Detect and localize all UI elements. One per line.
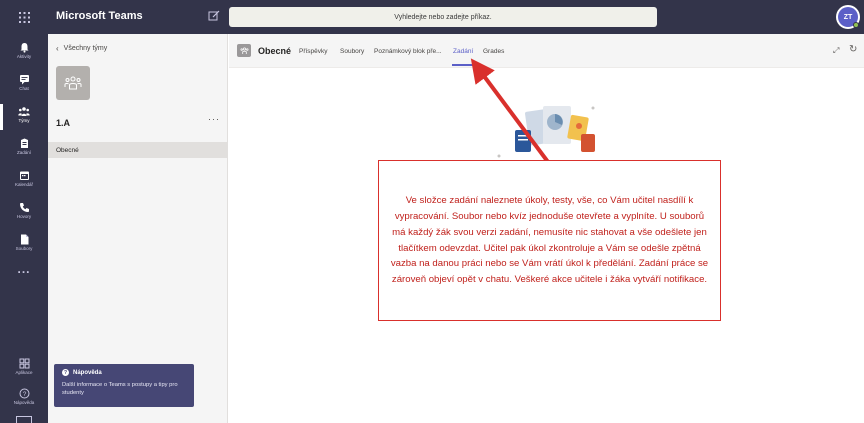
files-icon bbox=[20, 234, 28, 245]
profile-avatar[interactable]: ZT bbox=[836, 5, 860, 29]
search-placeholder: Vyhledejte nebo zadejte příkaz. bbox=[394, 13, 492, 21]
more-apps-button[interactable]: ... bbox=[0, 262, 48, 276]
chat-icon bbox=[19, 75, 29, 85]
channel-title: Obecné bbox=[258, 46, 292, 56]
rail-item-calendar[interactable]: Kalendář bbox=[0, 166, 48, 198]
back-label: Všechny týmy bbox=[63, 45, 108, 52]
tab-files[interactable]: Soubory bbox=[340, 48, 364, 55]
rail-label: Kalendář bbox=[14, 182, 33, 187]
rail-item-activity[interactable]: Aktivity bbox=[0, 38, 48, 70]
teams-icon bbox=[18, 107, 30, 116]
expand-icon[interactable]: ⤢ bbox=[833, 46, 839, 56]
help-popup[interactable]: ? Nápověda Další informace o Teams s pos… bbox=[54, 364, 194, 407]
annotation-arrow bbox=[470, 58, 550, 164]
tab-notebook[interactable]: Poznámkový blok pře... bbox=[374, 48, 442, 55]
rail-item-chat[interactable]: Chat bbox=[0, 70, 48, 102]
rail-label: Soubory bbox=[15, 246, 33, 251]
rail-item-apps[interactable]: Aplikace bbox=[0, 354, 48, 386]
device-icon[interactable] bbox=[16, 416, 32, 423]
compose-icon[interactable] bbox=[208, 9, 224, 25]
channel-label: Obecné bbox=[56, 146, 79, 154]
team-group-icon bbox=[64, 76, 82, 90]
top-bar: Microsoft Teams Vyhledejte nebo zadejte … bbox=[0, 0, 864, 34]
team-name[interactable]: 1.A bbox=[56, 118, 70, 128]
rail-label: Zadání bbox=[16, 150, 31, 155]
phone-icon bbox=[19, 203, 29, 212]
tab-posts[interactable]: Příspěvky bbox=[299, 48, 328, 55]
team-avatar bbox=[56, 66, 90, 100]
help-icon: ? bbox=[19, 388, 29, 399]
rail-item-calls[interactable]: Hovory bbox=[0, 198, 48, 230]
rail-label: Aktivity bbox=[16, 54, 32, 59]
rail-label: Chat bbox=[19, 86, 29, 91]
left-rail: Aktivity Chat Týmy Zadání Kalendář Hovor… bbox=[0, 34, 48, 423]
svg-text:?: ? bbox=[22, 391, 26, 398]
team-more-options-button[interactable]: ··· bbox=[208, 114, 220, 124]
apps-icon bbox=[19, 358, 29, 369]
chevron-left-icon: ‹ bbox=[56, 44, 59, 53]
help-popup-title: ? Nápověda bbox=[62, 369, 186, 376]
rail-label: Týmy bbox=[18, 118, 30, 123]
app-title: Microsoft Teams bbox=[56, 10, 143, 22]
info-icon: ? bbox=[62, 369, 69, 376]
rail-item-teams[interactable]: Týmy bbox=[0, 102, 48, 134]
rail-item-help[interactable]: ? Nápověda bbox=[0, 384, 48, 416]
rail-label: Nápověda bbox=[13, 400, 35, 405]
assignments-icon bbox=[20, 138, 28, 148]
calendar-icon bbox=[19, 171, 29, 180]
channel-item-general[interactable]: Obecné bbox=[48, 142, 227, 158]
active-indicator bbox=[0, 104, 3, 130]
presence-dot bbox=[853, 22, 859, 28]
search-input[interactable]: Vyhledejte nebo zadejte příkaz. bbox=[229, 7, 657, 27]
app-launcher-icon[interactable] bbox=[0, 0, 48, 34]
help-title-text: Nápověda bbox=[73, 369, 102, 376]
annotation-text: Ve složce zadání naleznete úkoly, testy,… bbox=[390, 195, 709, 286]
refresh-icon[interactable]: ↻ bbox=[849, 44, 857, 55]
channel-team-icon bbox=[237, 44, 251, 57]
bell-icon bbox=[20, 43, 28, 53]
tab-grades[interactable]: Grades bbox=[483, 48, 504, 55]
rail-label: Aplikace bbox=[15, 370, 33, 375]
back-to-all-teams[interactable]: ‹ Všechny týmy bbox=[56, 44, 107, 53]
tab-assignments[interactable]: Zadání bbox=[453, 48, 473, 55]
rail-label: Hovory bbox=[16, 214, 32, 219]
rail-item-files[interactable]: Soubory bbox=[0, 230, 48, 262]
rail-item-assignments[interactable]: Zadání bbox=[0, 134, 48, 166]
help-popup-body: Další informace o Teams s postupy a tipy… bbox=[62, 382, 178, 396]
annotation-callout: Ve složce zadání naleznete úkoly, testy,… bbox=[378, 160, 721, 321]
